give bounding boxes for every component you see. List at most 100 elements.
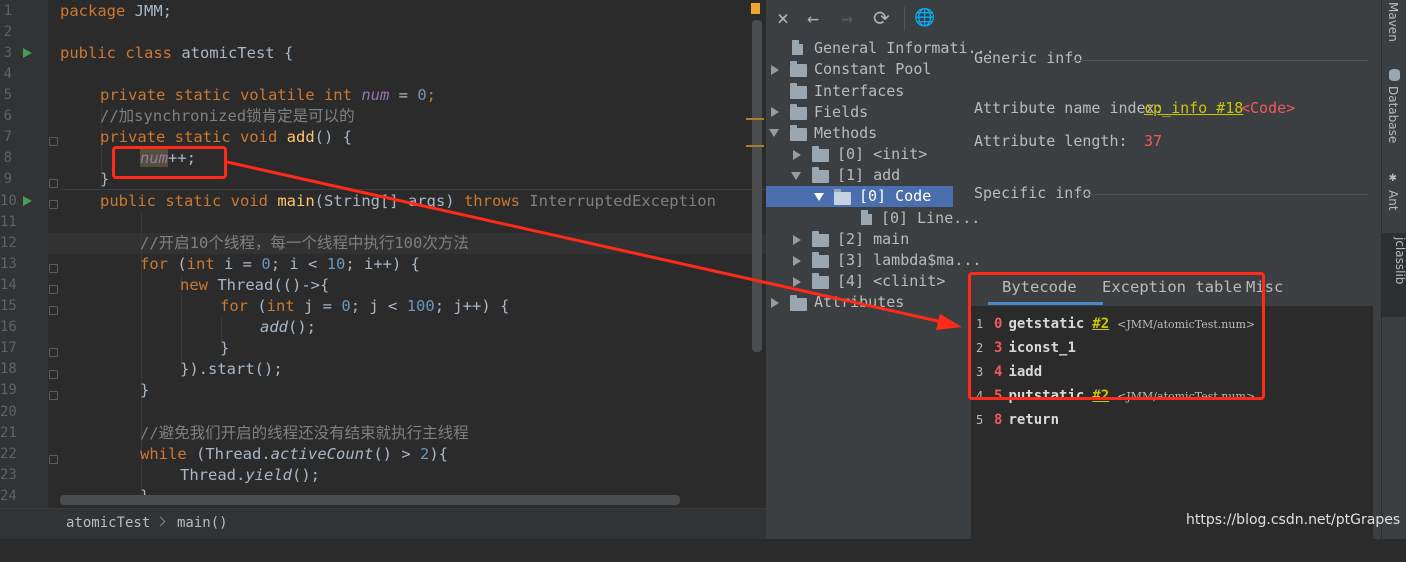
code-line: }).start(); [180, 360, 283, 378]
line-number: 14 [0, 277, 17, 293]
expand-arrow-icon[interactable] [793, 235, 801, 245]
tree-item-method-clinit[interactable]: [4] <clinit> [837, 271, 945, 292]
line-number: 20 [0, 404, 17, 420]
tree-item-constant-pool[interactable]: Constant Pool [814, 59, 931, 80]
toolbar-separator [904, 7, 905, 31]
fold-icon[interactable] [49, 200, 58, 209]
fold-icon[interactable] [49, 455, 58, 464]
toolbar: × ← → ⟳ 🌐 [766, 0, 1381, 36]
fold-icon[interactable] [49, 348, 58, 357]
expand-arrow-icon[interactable] [793, 277, 801, 287]
folder-icon [812, 273, 829, 289]
tree-item-attributes[interactable]: Attributes [814, 292, 904, 313]
line-number: 21 [0, 425, 17, 441]
code-line: add(); [260, 318, 316, 336]
horizontal-scrollbar[interactable] [60, 495, 680, 505]
collapse-arrow-icon[interactable] [791, 172, 801, 180]
line-number: 1 [3, 3, 12, 19]
breadcrumb-method[interactable]: main() [177, 515, 228, 531]
tree-item-method-add[interactable]: [1] add [837, 165, 900, 186]
line-number: 4 [3, 66, 12, 82]
fold-icon[interactable] [49, 285, 58, 294]
run-class-icon[interactable] [23, 48, 32, 58]
line-number: 12 [0, 235, 17, 251]
editor-gutter: 1 2 3 4 5 6 7 8 9 10 11 12 13 14 15 16 1… [0, 0, 48, 508]
code-line: } [100, 170, 110, 188]
tree-item-method-lambda[interactable]: [3] lambda$ma... [837, 250, 982, 271]
tree-item-line-number-table[interactable]: [0] Line... [881, 208, 980, 229]
code-line: private static volatile int num = 0; [100, 86, 436, 104]
globe-icon[interactable]: 🌐 [914, 7, 935, 29]
line-number: 6 [3, 108, 12, 124]
collapse-arrow-icon[interactable] [769, 129, 779, 137]
vertical-scrollbar[interactable] [752, 20, 762, 352]
expand-arrow-icon[interactable] [793, 256, 801, 266]
divider [1074, 194, 1368, 195]
scroll-marker[interactable] [746, 145, 764, 147]
close-icon[interactable]: × [777, 7, 789, 29]
ant-icon: ✱ [1389, 170, 1397, 185]
annotation-box-source [112, 146, 227, 179]
refresh-icon[interactable]: ⟳ [873, 7, 890, 29]
code-line: new Thread(()->{ [180, 276, 330, 294]
warning-marker[interactable] [751, 3, 760, 14]
line-number: 23 [0, 467, 17, 483]
tool-window-jclasslib[interactable]: jclasslib [1382, 233, 1406, 317]
code-line: Thread.yield(); [180, 466, 320, 484]
breadcrumb-class[interactable]: atomicTest [66, 515, 150, 531]
code-line: } [140, 381, 150, 399]
chevron-right-icon [155, 516, 166, 527]
database-icon [1389, 69, 1400, 81]
tree-item-general-information[interactable]: General Informati... [814, 38, 995, 59]
tool-window-ant[interactable]: Ant [1386, 190, 1400, 211]
line-number: 17 [0, 340, 17, 356]
code-line: for (int j = 0; j < 100; j++) { [220, 297, 510, 315]
line-number: 18 [0, 361, 17, 377]
forward-arrow-icon[interactable]: → [841, 7, 853, 29]
fold-icon[interactable] [49, 179, 58, 188]
tool-window-maven[interactable]: Maven [1386, 2, 1400, 42]
tool-window-database[interactable]: Database [1386, 86, 1400, 143]
attribute-length-value: 37 [1144, 132, 1163, 150]
fold-icon[interactable] [49, 306, 58, 315]
code-comment: //加synchronized锁肯定是可以的 [100, 107, 355, 125]
jclasslib-panel: × ← → ⟳ 🌐 General Informati... Constant … [766, 0, 1381, 562]
line-number: 8 [3, 150, 12, 166]
expand-arrow-icon[interactable] [771, 298, 779, 308]
cp-info-link[interactable]: cp_info #18 [1144, 99, 1243, 117]
tree-item-code[interactable]: [0] Code [859, 186, 931, 207]
line-number: 5 [3, 87, 12, 103]
line-number: 7 [3, 129, 12, 145]
attribute-name-value: <Code> [1241, 99, 1296, 117]
fold-icon[interactable] [49, 370, 58, 379]
fold-icon[interactable] [49, 264, 58, 273]
expand-arrow-icon[interactable] [793, 150, 801, 160]
tree-item-method-init[interactable]: [0] <init> [837, 144, 927, 165]
scroll-marker[interactable] [746, 118, 764, 120]
fold-icon[interactable] [49, 391, 58, 400]
collapse-arrow-icon[interactable] [814, 193, 824, 201]
attribute-name-index-label: Attribute name index: [974, 99, 1164, 117]
line-number: 10 [0, 193, 17, 209]
folder-icon [834, 189, 851, 205]
tree-item-interfaces[interactable]: Interfaces [814, 81, 904, 102]
fold-icon[interactable] [49, 137, 58, 146]
folder-icon [812, 252, 829, 268]
run-main-icon[interactable] [23, 196, 32, 206]
back-arrow-icon[interactable]: ← [807, 7, 819, 29]
expand-arrow-icon[interactable] [771, 107, 779, 117]
class-structure-tree[interactable]: General Informati... Constant Pool Inter… [766, 36, 995, 526]
tree-item-fields[interactable]: Fields [814, 102, 868, 123]
code-line: public class atomicTest { [60, 44, 294, 62]
tree-item-method-main[interactable]: [2] main [837, 229, 909, 250]
tree-item-methods[interactable]: Methods [814, 123, 877, 144]
line-number: 15 [0, 298, 17, 314]
line-number: 11 [0, 214, 17, 230]
code-editor[interactable]: 1 2 3 4 5 6 7 8 9 10 11 12 13 14 15 16 1… [0, 0, 766, 508]
expand-arrow-icon[interactable] [771, 65, 779, 75]
folder-icon [790, 104, 807, 120]
folder-icon [790, 83, 807, 99]
annotation-box-bytecode [968, 272, 1265, 400]
line-number: 19 [0, 382, 17, 398]
folder-icon [812, 167, 829, 183]
